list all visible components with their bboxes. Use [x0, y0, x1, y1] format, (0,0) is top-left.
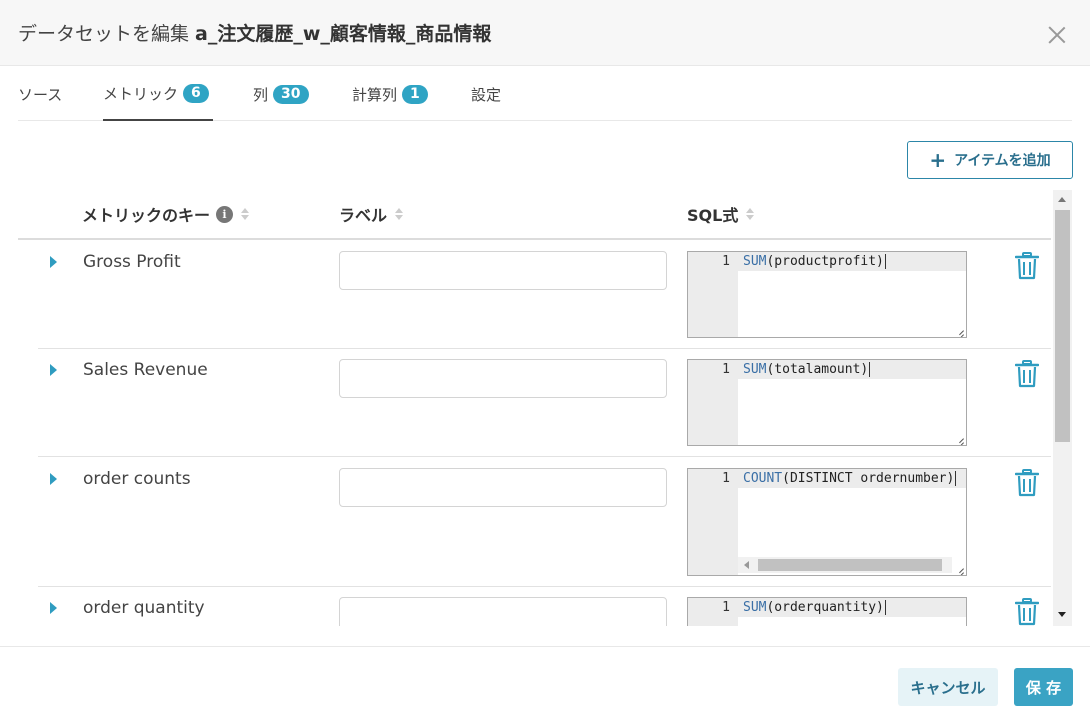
- sql-gutter: 1: [688, 598, 738, 626]
- sort-icon[interactable]: [241, 207, 250, 221]
- dialog-header: データセットを編集 a_注文履歴_w_顧客情報_商品情報: [0, 0, 1090, 66]
- add-item-label: アイテムを追加: [954, 153, 1051, 169]
- text-cursor: [955, 471, 957, 486]
- tab-bar: ソース メトリック 6 列 30 計算列 1 設定: [18, 67, 1072, 121]
- tab-source[interactable]: ソース: [18, 67, 62, 121]
- sql-args: (DISTINCT ordernumber): [782, 471, 955, 486]
- tab-label: ソース: [18, 85, 63, 104]
- text-cursor: [869, 362, 871, 377]
- table-row: Gross Profit 1 SUM(productprofit): [38, 240, 1051, 349]
- sort-icon[interactable]: [395, 207, 404, 221]
- tab-columns[interactable]: 列 30: [253, 67, 309, 121]
- trash-icon[interactable]: [1015, 469, 1039, 497]
- cancel-button[interactable]: キャンセル: [898, 668, 998, 706]
- tab-label: メトリック: [103, 84, 179, 103]
- column-header-label: SQL式: [687, 206, 739, 225]
- line-number: 1: [722, 362, 730, 377]
- dialog-footer: キャンセル 保 存: [0, 646, 1090, 722]
- line-number: 1: [722, 254, 730, 269]
- expand-caret-icon[interactable]: [50, 364, 57, 376]
- scroll-down-arrow-icon[interactable]: [1058, 612, 1066, 617]
- expand-caret-icon[interactable]: [50, 473, 57, 485]
- table-row: order counts 1 COUNT(DISTINCT ordernumbe…: [38, 457, 1051, 587]
- sql-editor[interactable]: 1 SUM(totalamount): [687, 359, 967, 446]
- line-number: 1: [722, 471, 730, 486]
- table-header: メトリックのキー i ラベル SQL式: [18, 188, 1051, 240]
- expand-caret-icon[interactable]: [50, 256, 57, 268]
- trash-icon[interactable]: [1015, 598, 1039, 626]
- sql-editor[interactable]: 1 SUM(orderquantity): [687, 597, 967, 626]
- count-badge: 30: [273, 84, 309, 104]
- metric-key: order counts: [83, 469, 191, 489]
- sql-code: SUM(totalamount): [743, 360, 871, 379]
- trash-icon[interactable]: [1015, 252, 1039, 280]
- tab-label: 計算列: [352, 85, 398, 104]
- sql-args: (orderquantity): [766, 600, 884, 615]
- sql-gutter: 1: [688, 360, 738, 445]
- sql-gutter: 1: [688, 469, 738, 575]
- sql-code: SUM(orderquantity): [743, 598, 886, 617]
- column-header-label: ラベル: [339, 206, 388, 225]
- column-header-metric-key[interactable]: メトリックのキー i: [82, 202, 250, 226]
- table-row: order quantity 1 SUM(orderquantity): [38, 586, 1051, 626]
- tab-label: 設定: [471, 85, 502, 104]
- sql-function: SUM: [743, 254, 767, 269]
- label-input[interactable]: [339, 359, 667, 398]
- add-item-button[interactable]: + アイテムを追加: [907, 141, 1073, 179]
- sql-code: SUM(productprofit): [743, 252, 886, 271]
- close-icon[interactable]: [1046, 24, 1068, 46]
- scrollbar-thumb[interactable]: [758, 559, 942, 571]
- column-header-label: メトリックのキー: [82, 206, 211, 225]
- tab-calculated-columns[interactable]: 計算列 1: [352, 67, 428, 121]
- count-badge: 6: [183, 83, 209, 103]
- scroll-left-arrow-icon[interactable]: [744, 561, 749, 569]
- tab-metrics[interactable]: メトリック 6: [103, 67, 213, 121]
- tab-label: 列: [253, 85, 269, 104]
- sql-editor[interactable]: 1 SUM(productprofit): [687, 251, 967, 338]
- trash-icon[interactable]: [1015, 360, 1039, 388]
- metric-key: Gross Profit: [83, 252, 181, 272]
- sql-function: COUNT: [743, 471, 783, 486]
- dialog-title: データセットを編集 a_注文履歴_w_顧客情報_商品情報: [18, 19, 491, 46]
- dataset-name: a_注文履歴_w_顧客情報_商品情報: [195, 23, 492, 45]
- text-cursor: [884, 254, 886, 269]
- sql-gutter: 1: [688, 252, 738, 337]
- metrics-table-body: Gross Profit 1 SUM(productprofit) Sales …: [18, 240, 1051, 626]
- metric-key: order quantity: [83, 598, 205, 618]
- count-badge: 1: [402, 84, 428, 104]
- sort-icon[interactable]: [746, 207, 755, 221]
- label-input[interactable]: [339, 251, 667, 290]
- plus-icon: +: [929, 148, 947, 172]
- save-button[interactable]: 保 存: [1014, 668, 1073, 706]
- table-row: Sales Revenue 1 SUM(totalamount): [38, 348, 1051, 457]
- sql-code: COUNT(DISTINCT ordernumber): [743, 469, 957, 488]
- vertical-scrollbar[interactable]: [1053, 190, 1072, 626]
- sql-editor[interactable]: 1 COUNT(DISTINCT ordernumber): [687, 468, 967, 576]
- expand-caret-icon[interactable]: [50, 602, 57, 614]
- info-icon[interactable]: i: [216, 205, 234, 223]
- sql-function: SUM: [743, 362, 767, 377]
- sql-function: SUM: [743, 600, 767, 615]
- scrollbar-thumb[interactable]: [1055, 210, 1070, 442]
- label-input[interactable]: [339, 468, 667, 507]
- sql-args: (totalamount): [766, 362, 869, 377]
- resize-handle-icon[interactable]: [954, 325, 964, 335]
- dialog-title-prefix: データセットを編集: [18, 23, 190, 45]
- text-cursor: [884, 600, 886, 615]
- metric-key: Sales Revenue: [83, 360, 208, 380]
- resize-handle-icon[interactable]: [954, 563, 964, 573]
- column-header-sql[interactable]: SQL式: [687, 202, 755, 226]
- tab-settings[interactable]: 設定: [471, 67, 501, 121]
- resize-handle-icon[interactable]: [954, 433, 964, 443]
- line-number: 1: [722, 600, 730, 615]
- label-input[interactable]: [339, 597, 667, 626]
- column-header-label[interactable]: ラベル: [339, 202, 404, 226]
- sql-args: (productprofit): [766, 254, 884, 269]
- horizontal-scrollbar[interactable]: [738, 557, 952, 573]
- scroll-up-arrow-icon[interactable]: [1058, 197, 1066, 202]
